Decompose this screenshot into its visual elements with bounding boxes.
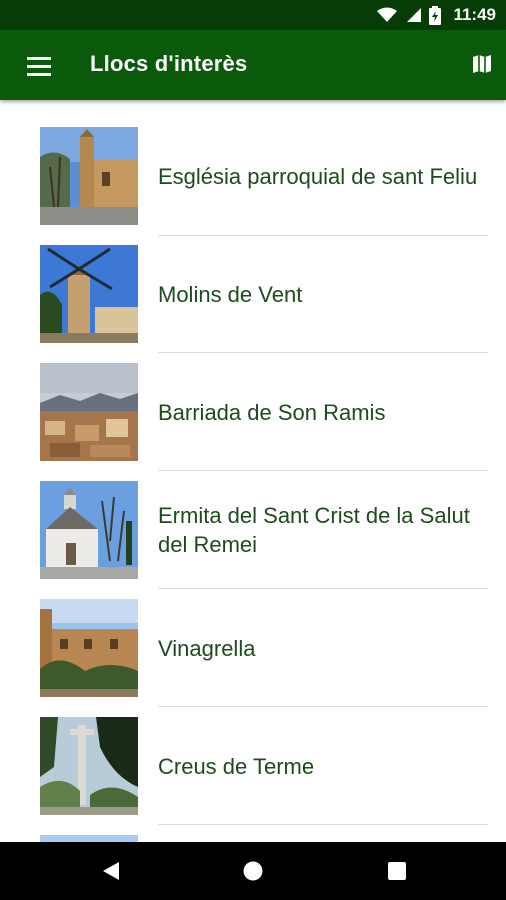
place-thumbnail — [40, 481, 138, 579]
status-time: 11:49 — [453, 5, 496, 24]
place-thumbnail — [40, 717, 138, 815]
place-name: Ermita del Sant Crist de la Salut del Re… — [158, 503, 470, 557]
place-thumbnail — [40, 245, 138, 343]
app-bar: Llocs d'interès — [0, 30, 506, 100]
hamburger-menu-icon[interactable] — [27, 54, 53, 76]
list-item[interactable]: Vinagrella — [0, 572, 506, 707]
list-item[interactable]: Església parroquial de sant Feliu — [0, 100, 506, 236]
places-list: Església parroquial de sant Feliu Molins… — [0, 100, 506, 842]
wifi-icon — [377, 7, 398, 22]
list-item[interactable]: Creus de Terme — [0, 690, 506, 825]
recents-icon[interactable] — [387, 861, 407, 881]
map-icon[interactable] — [470, 52, 494, 76]
place-thumbnail — [40, 127, 138, 225]
list-item[interactable]: Molins de Vent — [0, 218, 506, 353]
signal-icon — [407, 8, 422, 22]
place-thumbnail — [40, 835, 138, 842]
place-name: Barriada de Son Ramis — [158, 399, 386, 425]
place-name: Església parroquial de sant Feliu — [158, 163, 478, 189]
status-bar: 11:49 — [0, 0, 506, 30]
place-name: Creus de Terme — [158, 753, 315, 779]
list-item[interactable]: Ermita del Sant Crist de la Salut del Re… — [0, 454, 506, 589]
page-title: Llocs d'interès — [90, 51, 248, 76]
home-icon[interactable] — [243, 861, 263, 881]
battery-icon — [429, 5, 442, 25]
list-item[interactable] — [0, 808, 506, 842]
list-item[interactable]: Barriada de Son Ramis — [0, 336, 506, 471]
place-name: Molins de Vent — [158, 281, 303, 307]
back-icon[interactable] — [101, 861, 121, 881]
place-thumbnail — [40, 363, 138, 461]
place-name: Vinagrella — [158, 635, 256, 661]
navigation-bar — [0, 842, 506, 900]
place-thumbnail — [40, 599, 138, 697]
